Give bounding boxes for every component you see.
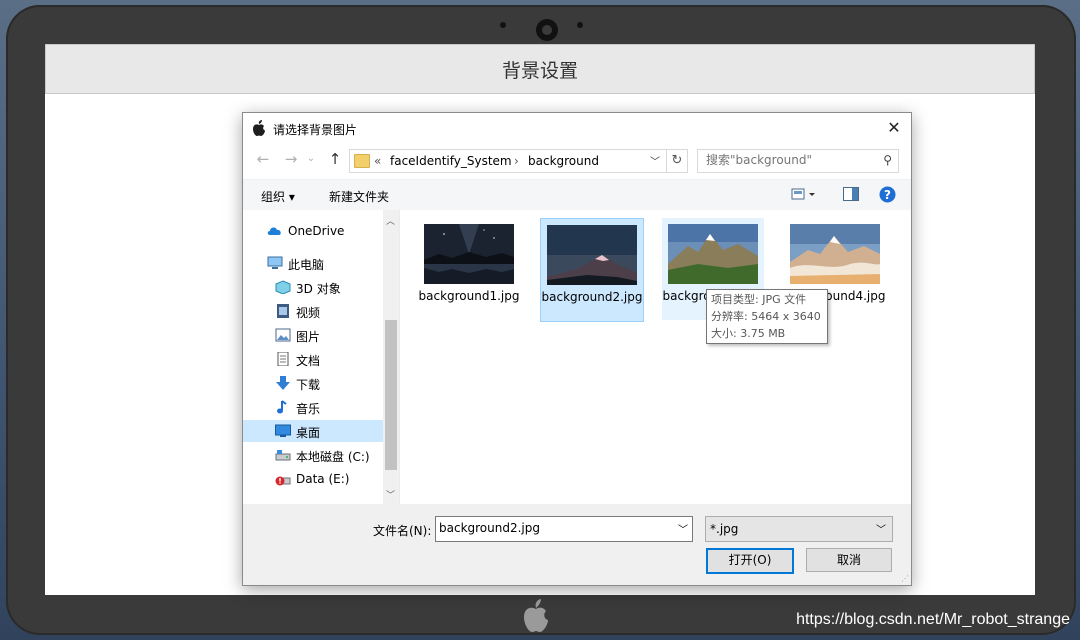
- image-thumbnail: [790, 224, 880, 284]
- sidebar-item-label: OneDrive: [288, 224, 345, 238]
- address-bar[interactable]: « faceIdentify_System › background ﹀: [349, 149, 667, 173]
- resize-grip-icon[interactable]: ⋰: [901, 574, 909, 583]
- back-arrow-icon[interactable]: ←: [253, 149, 273, 169]
- dialog-footer: 文件名(N): ﹀ *.jpg ﹀ 打开(O) 取消 ⋰: [243, 504, 911, 585]
- sidebar-item-documents[interactable]: 文档: [243, 348, 383, 370]
- up-arrow-icon[interactable]: ↑: [325, 149, 345, 169]
- overflow-chevron[interactable]: «: [374, 154, 381, 168]
- preview-pane-icon[interactable]: [843, 187, 859, 201]
- sidebar-item-label: 图片: [296, 330, 321, 344]
- filename-combobox[interactable]: ﹀: [435, 516, 693, 542]
- sidebar-item-drive-e[interactable]: Data (E:): [243, 468, 383, 490]
- pictures-icon: [275, 328, 291, 342]
- desktop-icon: [275, 424, 291, 437]
- image-thumbnail: [424, 224, 514, 284]
- cancel-button[interactable]: 取消: [806, 548, 892, 572]
- breadcrumb-item[interactable]: faceIdentify_System: [390, 154, 512, 168]
- image-thumbnail: [547, 225, 637, 285]
- download-icon: [276, 376, 290, 390]
- camera-icon: [536, 19, 558, 41]
- breadcrumb-item[interactable]: background: [528, 154, 599, 168]
- svg-text:?: ?: [884, 188, 891, 202]
- sidebar-item-label: Data (E:): [296, 472, 350, 486]
- sidebar-item-desktop[interactable]: 桌面: [243, 420, 383, 442]
- scrollbar-thumb[interactable]: [385, 320, 397, 470]
- file-item[interactable]: background2.jpg: [540, 218, 644, 322]
- sidebar-scrollbar[interactable]: ︿ ﹀: [383, 210, 399, 504]
- apple-logo-icon: [524, 599, 548, 632]
- sensor-dot: [500, 22, 506, 28]
- breadcrumb-separator[interactable]: ›: [514, 154, 519, 168]
- file-open-dialog: 请选择背景图片 ✕ ← → ⌄ ↑ « faceIdentify_System …: [242, 112, 912, 586]
- sidebar-item-pictures[interactable]: 图片: [243, 324, 383, 346]
- drive-e-icon: [275, 476, 291, 486]
- folder-icon: [354, 154, 370, 168]
- sidebar-item-label: 桌面: [296, 426, 321, 440]
- sidebar-item-label: 视频: [296, 306, 321, 320]
- sensor-dot: [577, 22, 583, 28]
- tooltip-type: 项目类型: JPG 文件: [711, 293, 807, 306]
- navigation-bar: ← → ⌄ ↑ « faceIdentify_System › backgrou…: [243, 147, 911, 173]
- filter-value: *.jpg: [710, 522, 739, 536]
- sidebar-item-3d-objects[interactable]: 3D 对象: [243, 276, 383, 298]
- file-name: background2.jpg: [541, 290, 643, 304]
- search-icon: ⚲: [883, 153, 892, 167]
- dialog-titlebar: 请选择背景图片 ✕: [243, 113, 911, 143]
- sidebar-item-music[interactable]: 音乐: [243, 396, 383, 418]
- image-thumbnail: [668, 224, 758, 284]
- chevron-down-icon[interactable]: ﹀: [650, 153, 660, 168]
- sidebar-item-downloads[interactable]: 下载: [243, 372, 383, 394]
- organize-menu[interactable]: 组织 ▾: [261, 188, 295, 205]
- dialog-title: 请选择背景图片: [273, 123, 358, 137]
- tooltip-resolution: 分辨率: 5464 x 3640: [711, 310, 821, 323]
- file-info-tooltip: 项目类型: JPG 文件 分辨率: 5464 x 3640 大小: 3.75 M…: [706, 289, 828, 344]
- apple-app-icon: [253, 120, 265, 136]
- close-icon[interactable]: ✕: [883, 117, 905, 139]
- filename-field[interactable]: [436, 517, 669, 539]
- sidebar-item-onedrive[interactable]: OneDrive: [243, 220, 383, 242]
- command-bar: 组织 ▾ 新建文件夹 ?: [243, 179, 911, 211]
- new-folder-button[interactable]: 新建文件夹: [329, 188, 389, 205]
- search-input[interactable]: [698, 150, 876, 170]
- documents-icon: [277, 352, 289, 366]
- sidebar-item-label: 下载: [296, 378, 321, 392]
- refresh-icon[interactable]: ↻: [667, 149, 688, 173]
- file-list: background1.jpg background2.jpg backgrou…: [400, 210, 911, 504]
- video-icon: [277, 304, 289, 318]
- search-box[interactable]: ⚲: [697, 149, 899, 173]
- scroll-down-icon[interactable]: ﹀: [386, 488, 395, 501]
- cloud-icon: [267, 227, 281, 235]
- computer-icon: [267, 256, 283, 269]
- view-options-icon[interactable]: [791, 187, 817, 201]
- 3d-objects-icon: [275, 280, 291, 294]
- help-icon[interactable]: ?: [879, 186, 896, 203]
- sidebar-item-drive-c[interactable]: 本地磁盘 (C:): [243, 444, 383, 466]
- filename-label: 文件名(N):: [373, 524, 432, 538]
- forward-arrow-icon[interactable]: →: [281, 149, 301, 169]
- sidebar-item-label: 文档: [296, 354, 321, 368]
- chevron-down-icon[interactable]: ﹀: [876, 521, 886, 536]
- open-button[interactable]: 打开(O): [706, 548, 794, 574]
- navigation-pane: OneDrive 此电脑 3D 对象 视频 图片 文档 下载 音乐 桌面 本地磁…: [243, 210, 400, 504]
- sidebar-item-label: 此电脑: [288, 258, 325, 272]
- sidebar-item-label: 3D 对象: [296, 282, 341, 296]
- file-name: background1.jpg: [418, 289, 520, 303]
- page-title: 背景设置: [45, 44, 1035, 94]
- sidebar-item-videos[interactable]: 视频: [243, 300, 383, 322]
- recent-locations-icon[interactable]: ⌄: [305, 149, 317, 169]
- file-item[interactable]: background1.jpg: [418, 218, 520, 320]
- sidebar-item-label: 音乐: [296, 402, 321, 416]
- drive-c-icon: [275, 450, 291, 461]
- sidebar-item-this-pc[interactable]: 此电脑: [243, 252, 383, 274]
- music-icon: [277, 400, 287, 414]
- file-type-filter[interactable]: *.jpg ﹀: [705, 516, 893, 542]
- scroll-up-icon[interactable]: ︿: [386, 214, 395, 227]
- chevron-down-icon[interactable]: ﹀: [678, 521, 688, 536]
- sidebar-item-label: 本地磁盘 (C:): [296, 450, 370, 464]
- watermark: https://blog.csdn.net/Mr_robot_strange: [796, 611, 1070, 628]
- tooltip-size: 大小: 3.75 MB: [711, 327, 786, 340]
